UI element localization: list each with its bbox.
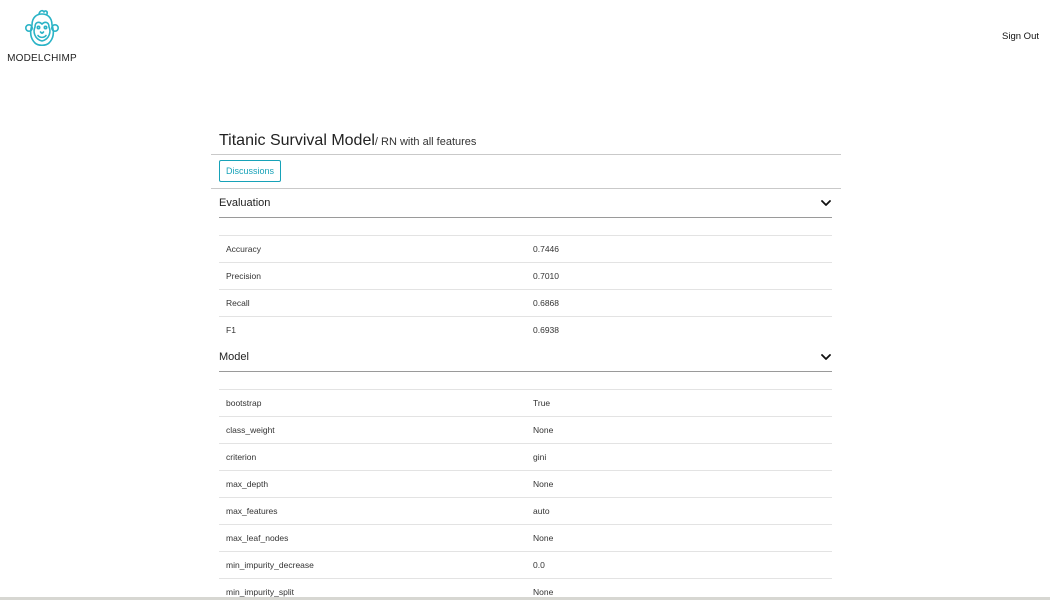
param-name: max_leaf_nodes: [226, 533, 289, 543]
metric-value: 0.7010: [533, 271, 559, 281]
param-value: gini: [533, 452, 547, 462]
table-row: max_depth None: [219, 471, 832, 498]
model-section: Model bootstrap True class_weight None c…: [219, 343, 832, 600]
table-row: Precision 0.7010: [219, 263, 832, 290]
table-row: criterion gini: [219, 444, 832, 471]
brand-name: MODELCHIMP: [7, 53, 77, 64]
model-section-header[interactable]: Model: [219, 343, 832, 372]
param-value: None: [533, 479, 554, 489]
param-name: criterion: [226, 452, 257, 462]
brand-link[interactable]: MODELCHIMP: [6, 8, 78, 64]
metric-name: Recall: [226, 298, 250, 308]
metric-name: Accuracy: [226, 244, 261, 254]
metric-value: 0.7446: [533, 244, 559, 254]
param-value: None: [533, 533, 554, 543]
page: MODELCHIMP Sign Out Titanic Survival Mod…: [0, 0, 1050, 600]
project-title: Titanic Survival Model: [219, 132, 375, 149]
param-name: class_weight: [226, 425, 275, 435]
metric-name: Precision: [226, 271, 261, 281]
param-value: None: [533, 587, 554, 597]
evaluation-section-header[interactable]: Evaluation: [219, 189, 832, 218]
table-row: min_impurity_decrease 0.0: [219, 552, 832, 579]
param-name: bootstrap: [226, 398, 262, 408]
param-value: None: [533, 425, 554, 435]
evaluation-table: Accuracy 0.7446 Precision 0.7010 Recall …: [219, 235, 832, 343]
discussions-button[interactable]: Discussions: [219, 160, 282, 182]
table-row: max_leaf_nodes None: [219, 525, 832, 552]
chevron-down-icon[interactable]: [821, 199, 831, 207]
param-value: True: [533, 398, 551, 408]
table-row: Accuracy 0.7446: [219, 236, 832, 263]
chevron-down-icon[interactable]: [821, 353, 831, 361]
param-value: 0.0: [533, 560, 545, 570]
main-content: Titanic Survival Model/ RN with all feat…: [211, 130, 841, 600]
page-title: Titanic Survival Model/ RN with all feat…: [211, 130, 841, 155]
monkey-logo-icon: [24, 9, 59, 47]
param-value: auto: [533, 506, 550, 516]
param-name: min_impurity_split: [226, 587, 295, 597]
model-table: bootstrap True class_weight None criteri…: [219, 389, 832, 600]
param-name: min_impurity_decrease: [226, 560, 314, 570]
table-row: F1 0.6938: [219, 317, 832, 343]
metric-name: F1: [226, 325, 236, 335]
model-section-title: Model: [219, 351, 249, 363]
table-row: bootstrap True: [219, 390, 832, 417]
table-row: max_features auto: [219, 498, 832, 525]
action-bar: Discussions: [211, 155, 841, 189]
table-row: class_weight None: [219, 417, 832, 444]
metric-value: 0.6868: [533, 298, 559, 308]
table-row: Recall 0.6868: [219, 290, 832, 317]
experiment-name: RN with all features: [377, 136, 477, 148]
param-name: max_features: [226, 506, 278, 516]
evaluation-section-title: Evaluation: [219, 197, 271, 209]
sign-out-link[interactable]: Sign Out: [1002, 31, 1039, 42]
param-name: max_depth: [226, 479, 269, 489]
evaluation-section: Evaluation Accuracy 0.7446 Precision 0.7…: [219, 189, 832, 343]
metric-value: 0.6938: [533, 325, 559, 335]
